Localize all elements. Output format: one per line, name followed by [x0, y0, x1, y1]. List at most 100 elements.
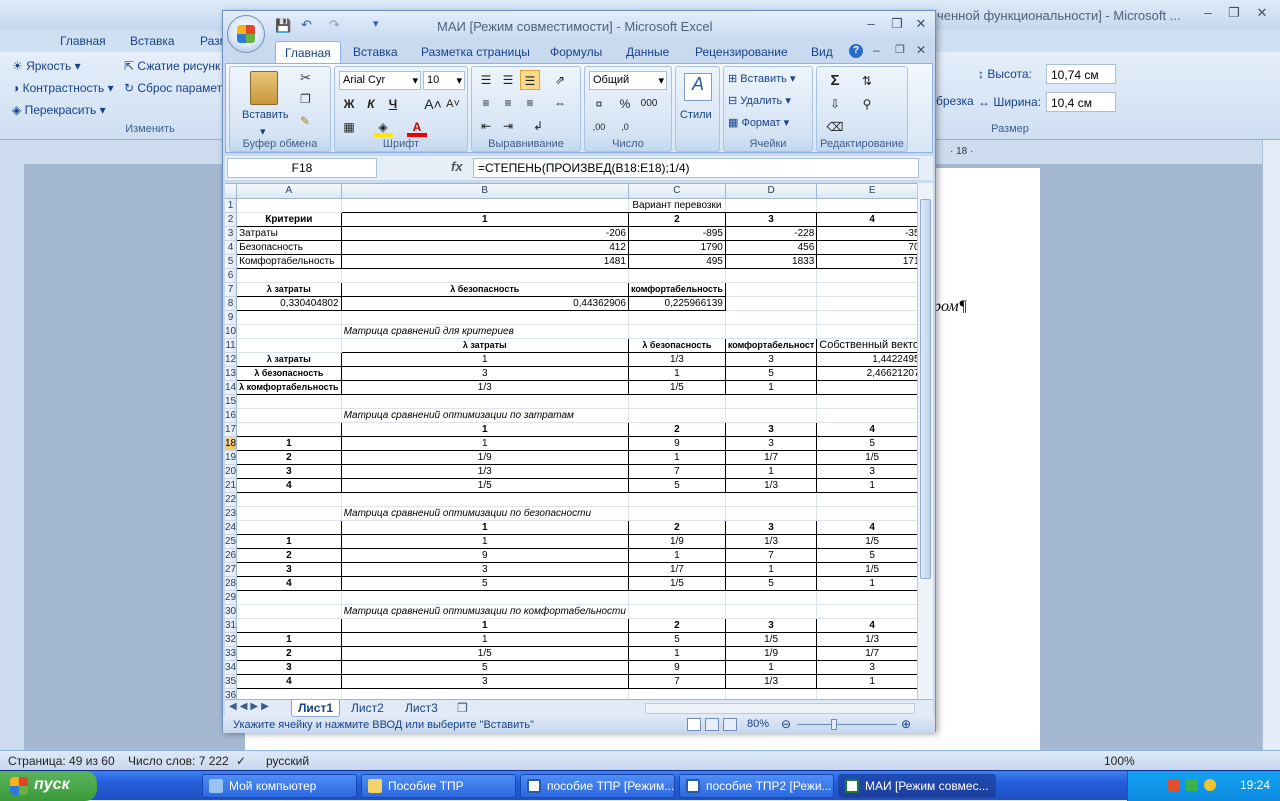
formula-input[interactable]: =СТЕПЕНЬ(ПРОИЗВЕД(B18:E18);1/4): [473, 158, 919, 178]
undo-icon[interactable]: ↶: [301, 17, 312, 33]
row-header[interactable]: 6: [225, 268, 238, 283]
word-count[interactable]: Число слов: 7 222: [128, 754, 229, 768]
cell-d25[interactable]: 1/3: [725, 534, 818, 549]
cell-c16[interactable]: [628, 408, 726, 423]
cell-c20[interactable]: 7: [628, 464, 726, 479]
fill-icon[interactable]: ⇩: [825, 94, 845, 114]
cell-b30[interactable]: Матрица сравнений оптимизации по комфорт…: [341, 604, 629, 619]
cell-c24[interactable]: 2: [628, 520, 726, 535]
cell-b35[interactable]: 3: [341, 674, 629, 689]
word-zoom[interactable]: 100%: [1104, 754, 1135, 768]
cell-d10[interactable]: [725, 324, 818, 339]
row-header[interactable]: 29: [225, 590, 238, 605]
column-header-d[interactable]: D: [725, 184, 818, 199]
cell-a27[interactable]: 3: [236, 562, 342, 577]
cell-d24[interactable]: 3: [725, 520, 818, 535]
cell-e10[interactable]: [816, 324, 917, 339]
percent-icon[interactable]: %: [615, 94, 635, 114]
cell-c33[interactable]: 1: [628, 646, 726, 661]
format-cells-button[interactable]: ▦ Формат ▾: [728, 116, 789, 129]
cell-c30[interactable]: [628, 604, 726, 619]
cell-b3[interactable]: -206: [341, 226, 629, 241]
cell-e5[interactable]: 1719: [816, 254, 917, 269]
cell-d18[interactable]: 3: [725, 436, 818, 451]
row-header[interactable]: 31: [225, 618, 238, 633]
find-select-icon[interactable]: ⚲: [857, 94, 877, 114]
word-vertical-scrollbar[interactable]: [1262, 140, 1280, 750]
cell-c12[interactable]: 1/3: [628, 352, 726, 367]
font-name-select[interactable]: Arial Cyr ▾: [339, 71, 421, 90]
row-header[interactable]: 2: [225, 212, 238, 227]
row-header[interactable]: 12: [225, 352, 238, 367]
cell-b5[interactable]: 1481: [341, 254, 629, 269]
cell-e6[interactable]: [816, 268, 917, 283]
orientation-icon[interactable]: ⇗: [550, 70, 570, 90]
cell-d17[interactable]: 3: [725, 422, 818, 437]
contrast-button[interactable]: ◑ Контрастность ▾: [12, 81, 114, 95]
redo-icon[interactable]: ↷: [329, 17, 340, 33]
row-header[interactable]: 15: [225, 394, 238, 409]
tray-icon[interactable]: [1186, 779, 1198, 791]
sheet-tab-3[interactable]: Лист3: [399, 700, 444, 717]
cell-b4[interactable]: 412: [341, 240, 629, 255]
cell-a19[interactable]: 2: [236, 450, 342, 465]
cell-a7[interactable]: λ затраты: [236, 282, 342, 297]
cell-b36[interactable]: [341, 688, 629, 699]
name-box[interactable]: F18: [227, 158, 377, 178]
reset-picture-button[interactable]: ↻ Сброс парамет: [124, 81, 222, 95]
cell-d7[interactable]: [725, 282, 818, 297]
row-header[interactable]: 9: [225, 310, 238, 325]
sheet-tab-1[interactable]: Лист1: [291, 700, 341, 717]
cell-e19[interactable]: 1/5: [816, 450, 917, 465]
cell-a11[interactable]: [236, 338, 342, 353]
cell-d32[interactable]: 1/5: [725, 632, 818, 647]
cell-b18[interactable]: 1: [341, 436, 629, 451]
office-button[interactable]: [227, 15, 265, 53]
cell-b15[interactable]: [341, 394, 629, 409]
cell-d13[interactable]: 5: [725, 366, 818, 381]
cell-e32[interactable]: 1/3: [816, 632, 917, 647]
row-header[interactable]: 13: [225, 366, 238, 381]
cell-d15[interactable]: [725, 394, 818, 409]
cell-d2[interactable]: 3: [725, 212, 818, 227]
cell-b7[interactable]: λ безопасность: [341, 282, 629, 297]
cell-a34[interactable]: 3: [236, 660, 342, 675]
row-header[interactable]: 8: [225, 296, 238, 311]
clear-icon[interactable]: ⌫: [825, 117, 845, 137]
excel-vertical-scrollbar[interactable]: [917, 183, 933, 699]
brightness-button[interactable]: ☀ Яркость ▾: [12, 59, 81, 73]
cell-e34[interactable]: 3: [816, 660, 917, 675]
word-tab-insert[interactable]: Вставка: [130, 34, 175, 48]
compress-button[interactable]: ⇱ Сжатие рисунк: [124, 59, 220, 73]
cell-e31[interactable]: 4: [816, 618, 917, 633]
cell-c36[interactable]: [628, 688, 726, 699]
cell-c9[interactable]: [628, 310, 726, 325]
cell-c28[interactable]: 1/5: [628, 576, 726, 591]
cell-c13[interactable]: 1: [628, 366, 726, 381]
row-header[interactable]: 5: [225, 254, 238, 269]
row-header[interactable]: 35: [225, 674, 238, 689]
ribbon-close-icon[interactable]: ✕: [916, 43, 926, 57]
insert-function-icon[interactable]: fx: [451, 159, 463, 174]
cell-b26[interactable]: 9: [341, 548, 629, 563]
cell-e13[interactable]: 2,466212074: [816, 366, 917, 381]
cell-c18[interactable]: 9: [628, 436, 726, 451]
merge-cells-icon[interactable]: ⇔: [550, 93, 570, 113]
row-header[interactable]: 18: [225, 436, 238, 451]
tab-view[interactable]: Вид: [811, 45, 833, 59]
cell-d3[interactable]: -228: [725, 226, 818, 241]
cell-c10[interactable]: [628, 324, 726, 339]
underline-button[interactable]: Ч: [383, 94, 403, 114]
cell-c27[interactable]: 1/7: [628, 562, 726, 577]
cell-b10[interactable]: Матрица сравнений для критериев: [341, 324, 629, 339]
cell-e1[interactable]: [816, 198, 917, 213]
cell-d12[interactable]: 3: [725, 352, 818, 367]
cell-e2[interactable]: 4: [816, 212, 917, 227]
cell-c32[interactable]: 5: [628, 632, 726, 647]
cell-e22[interactable]: [816, 492, 917, 507]
language[interactable]: русский: [266, 754, 309, 768]
cell-e35[interactable]: 1: [816, 674, 917, 689]
cell-b8[interactable]: 0,44362906: [341, 296, 629, 311]
cell-c19[interactable]: 1: [628, 450, 726, 465]
crop-button[interactable]: брезка: [936, 94, 974, 108]
